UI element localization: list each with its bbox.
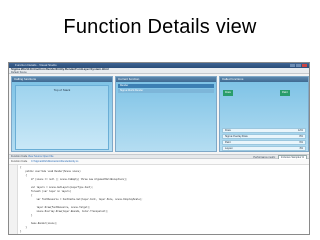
function-path-bar: Sigma.World.Extraction.RenderEntity.Rend… [9, 68, 309, 74]
calling-function-block[interactable]: Top of Stack [15, 85, 109, 150]
code-gutter [9, 165, 18, 234]
called-function-name: Layout [225, 147, 233, 150]
slide-title: Function Details view [63, 16, 257, 38]
code-line: if (scene == null || scene.IsEmpty) thro… [20, 178, 128, 181]
called-function-row[interactable]: Sigma.Overlay.Draw 8% [222, 134, 306, 139]
view-source-link[interactable]: View Source [28, 155, 42, 158]
called-function-value: 12% [297, 129, 303, 132]
source-file-path[interactable]: C:\Sigma\World\Extraction\RenderEntity.c… [31, 160, 78, 163]
calling-function-label: Top of Stack [53, 88, 71, 92]
called-function-value: 6% [299, 141, 303, 144]
current-function-pane: Current function Render Sigma.World.Rend… [115, 76, 217, 152]
called-function-row[interactable]: Layout 3% [222, 146, 306, 151]
called-function-value: 3% [299, 147, 303, 150]
called-function-row[interactable]: Draw 12% [222, 128, 306, 133]
source-code-view[interactable]: { public override void Render(Scene scen… [9, 164, 309, 234]
called-function-chip[interactable]: Draw [223, 90, 233, 96]
code-line: scene.Overlay.Draw(layer.Bounds, Color.T… [20, 210, 109, 213]
current-function-row[interactable]: Render [118, 84, 214, 88]
called-function-row[interactable]: Paint 6% [222, 140, 306, 145]
called-function-name: Draw [225, 129, 231, 132]
code-header-label: Function Code [11, 160, 28, 163]
code-toolbar-label: Function Code [11, 155, 28, 158]
minimize-icon[interactable] [290, 64, 295, 67]
called-function-name: Sigma.Overlay.Draw [225, 135, 248, 138]
called-function-list: Draw 12% Sigma.Overlay.Draw 8% Paint 6% … [222, 127, 306, 151]
called-function-value: 8% [299, 135, 303, 138]
open-file-link[interactable]: Open File [43, 155, 54, 158]
screenshot-window: Function Details - Visual Studio Sigma.W… [8, 62, 310, 235]
code-line: } [20, 230, 22, 233]
code-line: var fontResource = FontCache.Get(layer.F… [20, 198, 143, 201]
called-function-name: Paint [225, 141, 231, 144]
calling-functions-pane: Calling functions Top of Stack [11, 76, 113, 152]
maximize-icon[interactable] [296, 64, 301, 67]
function-subtitle: Default Scene [11, 71, 27, 74]
called-functions-pane: Called functions Draw Paint Draw 12% Sig… [219, 76, 309, 152]
code-line: public override void Render(Scene scene) [20, 170, 81, 173]
current-function-row[interactable]: Sigma.World.Render [118, 89, 214, 93]
window-controls [290, 64, 307, 67]
called-function-chip[interactable]: Paint [280, 90, 290, 96]
close-icon[interactable] [302, 64, 307, 67]
function-panes: Calling functions Top of Stack Current f… [11, 76, 309, 152]
